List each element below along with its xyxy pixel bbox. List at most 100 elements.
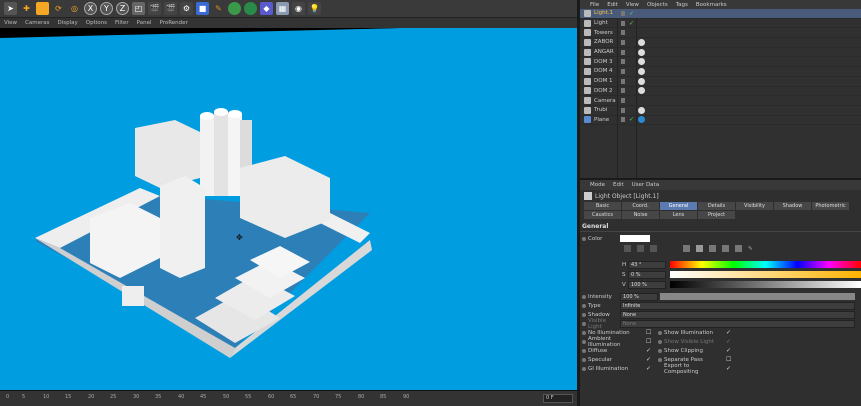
tab-basic[interactable]: Basic bbox=[584, 202, 621, 210]
export-compositing-checkbox[interactable]: ✓ bbox=[726, 365, 731, 372]
show-illumination-checkbox[interactable]: ✓ bbox=[726, 329, 731, 336]
object-row-towers[interactable]: Towers bbox=[580, 28, 861, 39]
animate-dot[interactable] bbox=[658, 330, 662, 335]
material-tag-icon[interactable] bbox=[638, 58, 645, 66]
subdivision-icon[interactable] bbox=[228, 2, 241, 15]
viewport-menu-cameras[interactable]: Cameras bbox=[25, 20, 49, 26]
tab-photometric[interactable]: Photometric bbox=[812, 202, 849, 210]
animate-dot[interactable] bbox=[658, 339, 662, 344]
light-icon[interactable]: 💡 bbox=[308, 2, 321, 15]
object-row-zabor[interactable]: ZABOR bbox=[580, 38, 861, 48]
material-tag-icon[interactable] bbox=[638, 77, 645, 85]
object-row-dom4[interactable]: DOM 4 bbox=[580, 67, 861, 77]
animate-dot[interactable] bbox=[582, 303, 586, 308]
render-settings-icon[interactable]: ⚙ bbox=[180, 2, 193, 15]
animate-dot[interactable] bbox=[658, 348, 662, 353]
visibility-dots[interactable] bbox=[621, 10, 625, 16]
object-row-camera[interactable]: Camera bbox=[580, 96, 861, 106]
viewport-menu-filter[interactable]: Filter bbox=[115, 20, 129, 26]
picture-icon[interactable] bbox=[650, 245, 657, 252]
visibility-dots[interactable] bbox=[621, 88, 625, 94]
current-frame-field[interactable]: 0 F bbox=[543, 394, 573, 403]
intensity-slider[interactable] bbox=[660, 293, 855, 300]
animate-dot[interactable] bbox=[582, 312, 586, 317]
viewport-menu-display[interactable]: Display bbox=[58, 20, 78, 26]
render-view-icon[interactable]: 🎬 bbox=[148, 2, 161, 15]
om-menu-objects[interactable]: Objects bbox=[647, 2, 668, 8]
material-tag-icon[interactable] bbox=[638, 38, 645, 46]
material-tag-icon[interactable] bbox=[638, 48, 645, 56]
enabled-check[interactable]: ✓ bbox=[629, 20, 634, 27]
value-slider[interactable] bbox=[670, 281, 861, 288]
cube-icon[interactable]: ■ bbox=[196, 2, 209, 15]
visibility-dots[interactable] bbox=[621, 98, 625, 104]
visibility-dots[interactable] bbox=[621, 117, 625, 123]
om-menu-edit[interactable]: Edit bbox=[607, 2, 618, 8]
am-menu-user-data[interactable]: User Data bbox=[632, 182, 659, 188]
visibility-dots[interactable] bbox=[621, 39, 625, 45]
material-tag-icon[interactable] bbox=[638, 87, 645, 95]
animate-dot[interactable] bbox=[582, 348, 586, 353]
swatches-icon[interactable] bbox=[735, 245, 742, 252]
om-menu-file[interactable]: File bbox=[590, 2, 599, 8]
enabled-check[interactable]: ✓ bbox=[629, 116, 634, 123]
viewport-menu-panel[interactable]: Panel bbox=[137, 20, 152, 26]
render-picture-icon[interactable]: 🎬 bbox=[164, 2, 177, 15]
tab-details[interactable]: Details bbox=[698, 202, 735, 210]
show-visible-light-checkbox[interactable]: ✓ bbox=[726, 338, 731, 345]
visibility-dots[interactable] bbox=[621, 68, 625, 74]
type-dropdown[interactable]: Infinite bbox=[620, 301, 855, 310]
animate-dot[interactable] bbox=[582, 330, 586, 335]
am-menu-edit[interactable]: Edit bbox=[613, 182, 624, 188]
object-row-light1[interactable]: Light.1 ✓ bbox=[580, 9, 861, 19]
3d-viewport[interactable]: ✥ bbox=[0, 28, 577, 390]
object-row-dom2[interactable]: DOM 2 bbox=[580, 87, 861, 97]
saturation-slider[interactable] bbox=[670, 271, 861, 278]
deformer-icon[interactable]: ◆ bbox=[260, 2, 273, 15]
color-wheel-icon[interactable] bbox=[624, 245, 631, 252]
animate-dot[interactable] bbox=[582, 366, 586, 371]
mixer-icon[interactable] bbox=[722, 245, 729, 252]
y-axis-icon[interactable]: Y bbox=[100, 2, 113, 15]
select-icon[interactable]: ➤ bbox=[4, 2, 17, 15]
world-coord-icon[interactable]: ◰ bbox=[132, 2, 145, 15]
diffuse-checkbox[interactable]: ✓ bbox=[646, 347, 651, 354]
animate-dot[interactable] bbox=[658, 357, 662, 362]
x-axis-icon[interactable]: X bbox=[84, 2, 97, 15]
z-axis-icon[interactable]: Z bbox=[116, 2, 129, 15]
tab-shadow[interactable]: Shadow bbox=[774, 202, 811, 210]
object-row-plane[interactable]: Plane ✓ bbox=[580, 116, 861, 126]
animate-dot[interactable] bbox=[582, 294, 586, 299]
recent-icon[interactable]: ◎ bbox=[68, 2, 81, 15]
hsv-icon[interactable] bbox=[696, 245, 703, 252]
saturation-field[interactable]: 0 % bbox=[628, 270, 666, 279]
tab-caustics[interactable]: Caustics bbox=[584, 211, 621, 219]
om-menu-tags[interactable]: Tags bbox=[676, 2, 688, 8]
animate-dot[interactable] bbox=[582, 339, 586, 344]
kelvin-icon[interactable] bbox=[709, 245, 716, 252]
visibility-dots[interactable] bbox=[621, 107, 625, 113]
enabled-check[interactable]: ✓ bbox=[629, 10, 634, 17]
ambient-illumination-checkbox[interactable]: ☐ bbox=[646, 338, 651, 345]
tab-noise[interactable]: Noise bbox=[622, 211, 659, 219]
visibility-dots[interactable] bbox=[621, 30, 625, 36]
tab-lens[interactable]: Lens bbox=[660, 211, 697, 219]
animate-dot[interactable] bbox=[582, 236, 586, 241]
floor-icon[interactable]: ▦ bbox=[276, 2, 289, 15]
tab-visibility[interactable]: Visibility bbox=[736, 202, 773, 210]
visibility-dots[interactable] bbox=[621, 20, 625, 26]
om-menu-view[interactable]: View bbox=[626, 2, 639, 8]
intensity-field[interactable]: 100 % bbox=[620, 292, 658, 301]
specular-checkbox[interactable]: ✓ bbox=[646, 356, 651, 363]
viewport-menu-view[interactable]: View bbox=[4, 20, 17, 26]
visible-light-dropdown[interactable]: None bbox=[620, 319, 855, 328]
visibility-dots[interactable] bbox=[621, 78, 625, 84]
hue-slider[interactable] bbox=[670, 261, 861, 268]
shadow-dropdown[interactable]: None bbox=[620, 310, 855, 319]
gi-illumination-checkbox[interactable]: ✓ bbox=[646, 365, 651, 372]
material-tag-icon[interactable] bbox=[638, 116, 645, 124]
tab-general[interactable]: General bbox=[660, 202, 697, 210]
show-clipping-checkbox[interactable]: ✓ bbox=[726, 347, 731, 354]
object-row-dom3[interactable]: DOM 3 bbox=[580, 57, 861, 68]
visibility-dots[interactable] bbox=[621, 49, 625, 55]
